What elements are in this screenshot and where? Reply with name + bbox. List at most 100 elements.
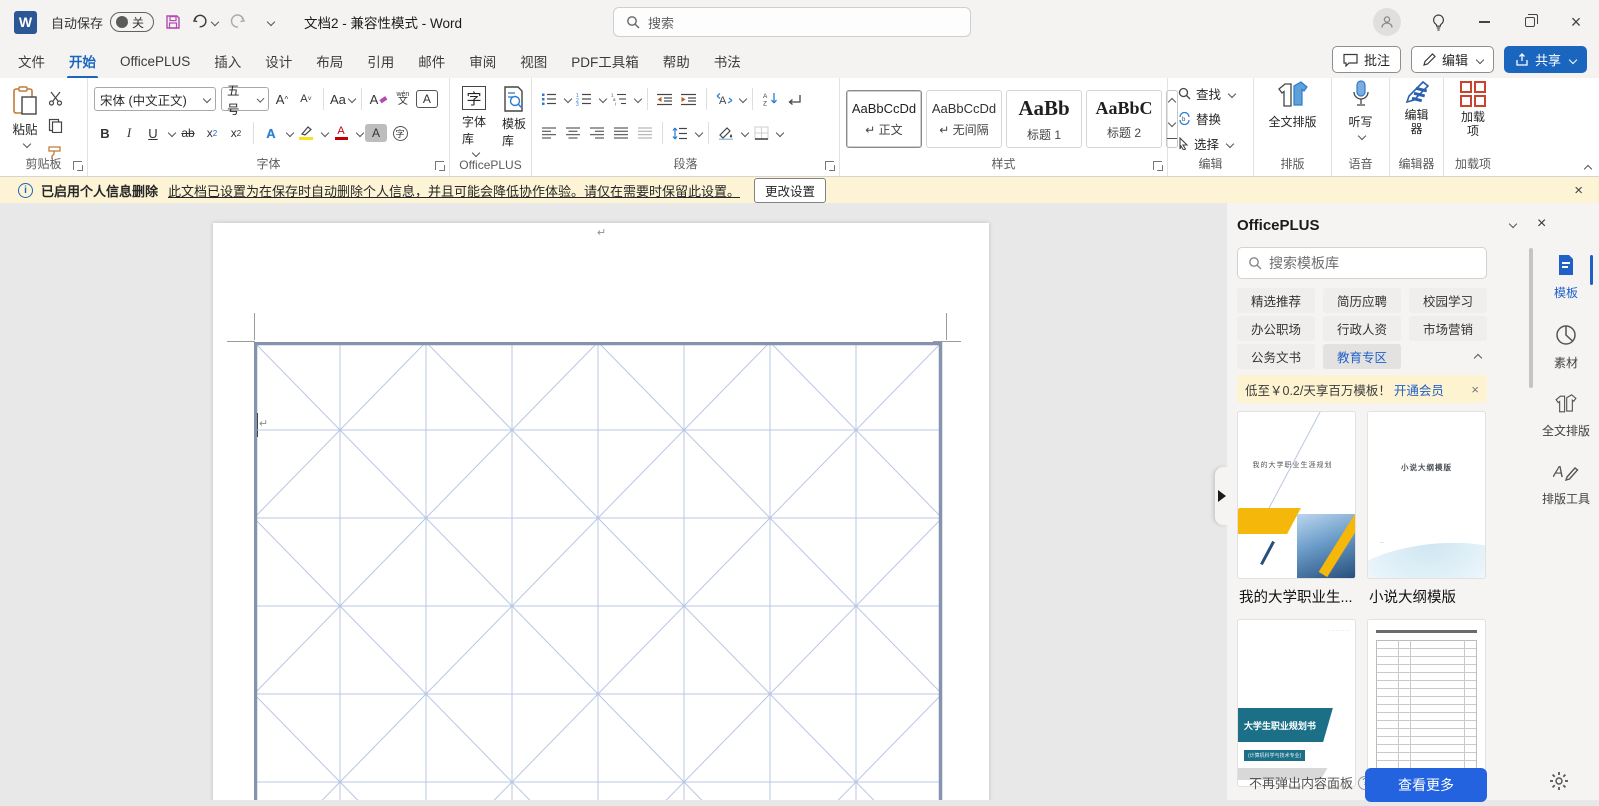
- calligraphy-grid[interactable]: [254, 342, 944, 800]
- tab-审阅[interactable]: 审阅: [457, 44, 508, 78]
- increase-indent-icon[interactable]: [678, 88, 700, 110]
- tab-帮助[interactable]: 帮助: [651, 44, 702, 78]
- save-icon[interactable]: [160, 9, 186, 35]
- template-label[interactable]: 小说大纲模版: [1367, 579, 1486, 619]
- strikethrough-button[interactable]: ab: [177, 122, 199, 144]
- redo-button[interactable]: [224, 9, 250, 35]
- restore-button[interactable]: [1507, 0, 1553, 44]
- replace-button[interactable]: b 替换: [1178, 109, 1247, 128]
- account-avatar[interactable]: [1373, 8, 1401, 36]
- template-card[interactable]: 小说大纲模版—: [1367, 411, 1486, 579]
- underline-dropdown-icon[interactable]: [168, 129, 176, 137]
- chip-简历应聘[interactable]: 简历应聘: [1323, 288, 1401, 313]
- styles-dialog-launcher[interactable]: [1153, 161, 1162, 170]
- undo-button[interactable]: [192, 9, 218, 35]
- tab-PDF工具箱[interactable]: PDF工具箱: [559, 44, 651, 78]
- align-left-icon[interactable]: [538, 122, 560, 144]
- infobar-close-icon[interactable]: ×: [1574, 182, 1583, 199]
- comments-button[interactable]: 批注: [1332, 46, 1401, 73]
- tab-文件[interactable]: 文件: [6, 44, 57, 78]
- character-border-icon[interactable]: A: [416, 90, 438, 108]
- tab-布局[interactable]: 布局: [304, 44, 355, 78]
- paragraph-dialog-launcher[interactable]: [825, 161, 834, 170]
- chip-市场营销[interactable]: 市场营销: [1409, 316, 1487, 341]
- tab-视图[interactable]: 视图: [508, 44, 559, 78]
- highlight-color-icon[interactable]: [295, 122, 317, 144]
- font-size-select[interactable]: 五号: [221, 87, 269, 111]
- tab-OfficePLUS[interactable]: OfficePLUS: [108, 47, 202, 76]
- superscript-button[interactable]: x2: [225, 122, 247, 144]
- italic-button[interactable]: I: [118, 122, 140, 144]
- minimize-button[interactable]: [1461, 0, 1507, 44]
- collapse-ribbon-icon[interactable]: [1584, 165, 1592, 173]
- infobar-message-link[interactable]: 此文档已设置为在保存时自动删除个人信息，并且可能会降低协作体验。请仅在需要时保留…: [168, 181, 740, 200]
- promo-link[interactable]: 开通会员: [1394, 380, 1444, 399]
- close-button[interactable]: ×: [1553, 0, 1599, 44]
- show-marks-icon[interactable]: [783, 88, 805, 110]
- shrink-font-icon[interactable]: A˅: [295, 88, 317, 110]
- sidebar-item-模板[interactable]: 模板: [1533, 253, 1599, 301]
- font-color-icon[interactable]: A: [330, 122, 352, 144]
- text-effects-icon[interactable]: A: [260, 122, 282, 144]
- undo-dropdown-icon[interactable]: [211, 18, 219, 26]
- distribute-icon[interactable]: [634, 122, 656, 144]
- phonetic-guide-icon[interactable]: wén文: [392, 88, 414, 110]
- shading-icon[interactable]: [715, 122, 737, 144]
- decrease-indent-icon[interactable]: [654, 88, 676, 110]
- sort-icon[interactable]: AZ: [759, 88, 781, 110]
- bullet-list-icon[interactable]: [538, 88, 560, 110]
- number-list-icon[interactable]: 123: [573, 88, 595, 110]
- autosave-control[interactable]: 自动保存 关: [51, 12, 154, 32]
- font-name-select[interactable]: 宋体 (中文正文): [94, 87, 216, 111]
- promo-close-icon[interactable]: ×: [1471, 382, 1479, 397]
- grow-font-icon[interactable]: A^: [271, 88, 293, 110]
- tips-lightbulb-icon[interactable]: [1415, 0, 1461, 44]
- borders-icon[interactable]: [750, 122, 772, 144]
- document-page[interactable]: ↵ ↵: [213, 223, 989, 800]
- document-area[interactable]: ↵ ↵ 应注意的建议 我们将在您工作时跟踪辅助功能: [0, 203, 1227, 800]
- underline-button[interactable]: U: [142, 122, 164, 144]
- chip-教育专区[interactable]: 教育专区: [1323, 344, 1401, 369]
- chip-办公职场[interactable]: 办公职场: [1237, 316, 1315, 341]
- paste-dropdown-icon[interactable]: [22, 140, 30, 148]
- settings-gear-icon[interactable]: [1549, 771, 1569, 796]
- multilevel-list-icon[interactable]: 1ai: [608, 88, 630, 110]
- membership-promo[interactable]: 低至￥0.2/天享百万模板！ 开通会员 ×: [1237, 375, 1487, 403]
- asian-layout-icon[interactable]: A: [713, 88, 735, 110]
- tab-书法[interactable]: 书法: [702, 44, 753, 78]
- style-card-正文[interactable]: AaBbCcDd↵ 正文: [846, 90, 922, 148]
- tab-邮件[interactable]: 邮件: [406, 44, 457, 78]
- sidebar-item-排版工具[interactable]: A排版工具: [1533, 461, 1599, 507]
- align-center-icon[interactable]: [562, 122, 584, 144]
- chip-行政人资[interactable]: 行政人资: [1323, 316, 1401, 341]
- share-button[interactable]: 共享: [1504, 46, 1587, 73]
- template-label[interactable]: 我的大学职业生...: [1237, 579, 1356, 619]
- style-card-无间隔[interactable]: AaBbCcDd↵ 无间隔: [926, 90, 1002, 148]
- bold-button[interactable]: B: [94, 122, 116, 144]
- chip-公务文书[interactable]: 公务文书: [1237, 344, 1315, 369]
- change-case-icon[interactable]: Aa: [330, 88, 355, 110]
- style-card-标题 2[interactable]: AaBbC标题 2: [1086, 90, 1162, 148]
- chip-精选推荐[interactable]: 精选推荐: [1237, 288, 1315, 313]
- copy-icon[interactable]: [44, 114, 66, 136]
- align-right-icon[interactable]: [586, 122, 608, 144]
- cut-icon[interactable]: [44, 87, 66, 109]
- subscript-button[interactable]: x2: [201, 122, 223, 144]
- font-library-button[interactable]: 字 字体库: [456, 84, 492, 158]
- edit-mode-button[interactable]: 编辑: [1411, 46, 1494, 73]
- template-card[interactable]: [1367, 619, 1486, 787]
- style-card-标题 1[interactable]: AaBb标题 1: [1006, 90, 1082, 148]
- sidebar-item-素材[interactable]: 素材: [1533, 323, 1599, 371]
- template-library-button[interactable]: 模板库: [496, 84, 532, 158]
- autosave-toggle[interactable]: 关: [110, 12, 154, 32]
- tab-开始[interactable]: 开始: [57, 44, 108, 78]
- tab-设计[interactable]: 设计: [253, 44, 304, 78]
- change-settings-button[interactable]: 更改设置: [754, 178, 826, 203]
- justify-icon[interactable]: [610, 122, 632, 144]
- find-button[interactable]: 查找: [1178, 84, 1247, 103]
- enclose-char-icon[interactable]: 字: [389, 122, 411, 144]
- select-button[interactable]: 选择: [1178, 134, 1247, 153]
- sidebar-item-全文排版[interactable]: 全文排版: [1533, 393, 1599, 439]
- line-spacing-icon[interactable]: [669, 122, 691, 144]
- paste-button[interactable]: 粘贴: [6, 84, 44, 163]
